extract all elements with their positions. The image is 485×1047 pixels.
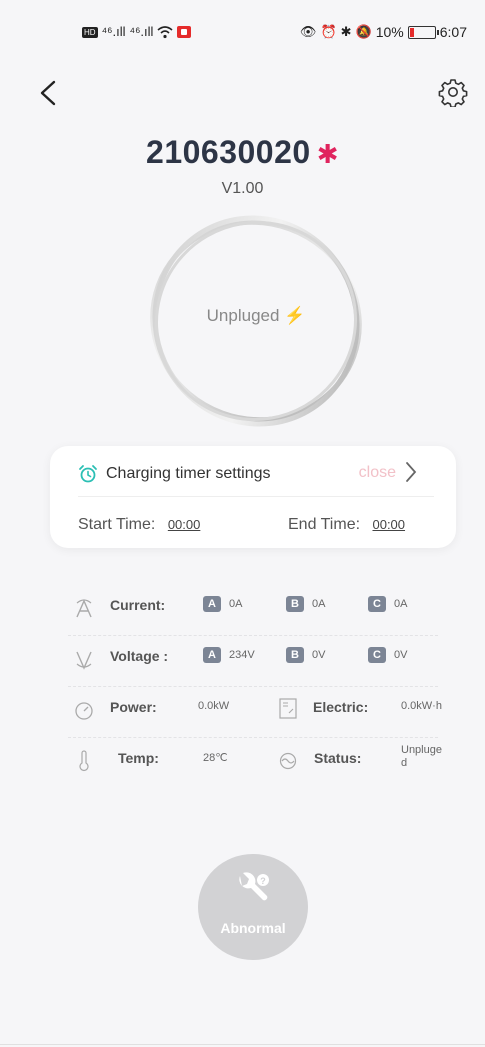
wrench-help-icon: ? <box>239 872 269 901</box>
voltage-phase-b: B 0V <box>286 647 325 663</box>
phase-value: 0V <box>312 649 326 661</box>
phase-badge: B <box>286 596 304 612</box>
voltage-phase-a: A 234V <box>203 647 255 663</box>
device-id: 210630020 <box>146 134 311 170</box>
chevron-right-icon <box>406 462 417 482</box>
current-phase-c: C 0A <box>368 596 407 612</box>
voltage-phase-c: C 0V <box>368 647 407 663</box>
phase-value: 0A <box>229 598 243 610</box>
current-row: Current: A 0A B 0A C 0A <box>68 585 438 636</box>
status-bar: HD ⁴⁶.ıll ⁴⁶.ıll 👁 ⏰ ✱ 🔕 10% 6:07 <box>0 0 485 66</box>
start-time-value[interactable]: 00:00 <box>168 517 201 532</box>
settings-button[interactable] <box>438 77 468 108</box>
eye-icon: 👁 <box>299 24 317 39</box>
phase-badge: A <box>203 647 221 663</box>
end-time-row: End Time: 00:00 <box>288 516 405 534</box>
charging-timer-card: Charging timer settings close Start Time… <box>50 446 456 548</box>
phase-value: 0A <box>312 598 326 610</box>
voltage-label: Voltage : <box>110 648 169 664</box>
bluetooth-icon[interactable]: ✱ <box>317 139 339 169</box>
charge-status-text: Unpluged <box>206 306 280 325</box>
bluetooth-status-icon: ✱ <box>340 24 352 39</box>
electric-label: Electric: <box>313 699 369 715</box>
gauge-icon <box>75 702 93 720</box>
thermometer-icon <box>79 750 89 771</box>
end-time-value[interactable]: 00:00 <box>372 517 405 532</box>
voltage-row: Voltage : A 234V B 0V C 0V <box>68 636 438 687</box>
power-value: 0.0kW <box>198 700 230 712</box>
phase-badge: A <box>203 596 221 612</box>
temp-value: 28℃ <box>203 752 228 764</box>
battery-icon <box>407 25 439 39</box>
bottom-divider <box>0 1044 485 1045</box>
power-row: Power: 0.0kW Electric: 0.0kW·h <box>68 687 442 738</box>
abnormal-button[interactable]: ? Abnormal <box>198 854 308 960</box>
status-bar-left: HD ⁴⁶.ıll ⁴⁶.ıll <box>82 24 192 40</box>
start-time-row: Start Time: 00:00 <box>78 516 200 534</box>
phase-badge: C <box>368 596 386 612</box>
end-time-label: End Time: <box>288 516 361 533</box>
battery-percent: 10% <box>375 24 404 40</box>
phase-value: 0V <box>394 649 408 661</box>
mute-icon: 🔕 <box>355 24 372 39</box>
device-title: 210630020 ✱ <box>0 134 485 171</box>
status-wave-icon <box>279 752 297 770</box>
divider <box>78 496 434 497</box>
lightning-icon: ⚡ <box>284 306 306 325</box>
alarm-clock-icon <box>79 465 97 483</box>
abnormal-label: Abnormal <box>220 920 286 936</box>
current-phase-a: A 0A <box>203 596 242 612</box>
charge-status-ring[interactable]: Unpluged ⚡ <box>147 212 365 430</box>
timer-header[interactable]: Charging timer settings close <box>78 462 438 486</box>
signal-icon: ⁴⁶.ıll <box>101 24 126 39</box>
status-label: Status: <box>314 750 362 766</box>
meter-icon <box>279 698 297 719</box>
current-icon <box>76 599 92 618</box>
back-button[interactable] <box>36 78 64 108</box>
gear-icon <box>438 79 468 108</box>
notification-icon <box>177 26 192 38</box>
signal-icon: ⁴⁶.ıll <box>129 24 154 39</box>
chevron-left-icon <box>40 80 56 106</box>
timer-state: close <box>358 464 396 481</box>
hd-icon: HD <box>82 26 98 38</box>
phase-value: 234V <box>229 649 255 661</box>
start-time-label: Start Time: <box>78 516 156 533</box>
alarm-icon: ⏰ <box>320 24 337 39</box>
wifi-icon <box>157 26 173 39</box>
phase-badge: B <box>286 647 304 663</box>
timer-title: Charging timer settings <box>106 465 271 482</box>
power-label: Power: <box>110 699 157 715</box>
current-phase-b: B 0A <box>286 596 325 612</box>
phase-value: 0A <box>394 598 408 610</box>
status-value: Unpluge d <box>401 744 442 769</box>
svg-text:?: ? <box>260 876 266 886</box>
phase-badge: C <box>368 647 386 663</box>
current-label: Current: <box>110 597 166 613</box>
temp-row: Temp: 28℃ Status: Unpluge d <box>68 738 442 788</box>
stats-panel: Current: A 0A B 0A C 0A Voltage : A 234V B 0V… <box>68 585 442 788</box>
temp-label: Temp: <box>118 750 159 766</box>
status-bar-right: 👁 ⏰ ✱ 🔕 10% 6:07 <box>300 24 467 40</box>
voltage-icon <box>76 651 92 670</box>
charge-status: Unpluged ⚡ <box>147 306 365 326</box>
clock: 6:07 <box>439 24 467 40</box>
firmware-version: V1.00 <box>221 180 264 197</box>
electric-value: 0.0kW·h <box>401 700 442 712</box>
